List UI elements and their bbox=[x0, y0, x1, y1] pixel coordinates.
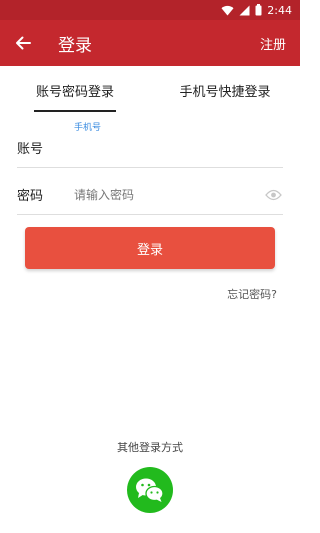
arrow-left-icon bbox=[16, 36, 31, 50]
login-button[interactable]: 登录 bbox=[25, 227, 275, 269]
password-label: 密码 bbox=[17, 189, 44, 204]
tab-account-password[interactable]: 账号密码登录 bbox=[0, 66, 150, 114]
account-input[interactable] bbox=[74, 140, 283, 155]
eye-icon[interactable] bbox=[263, 185, 283, 205]
password-row: 密码 bbox=[17, 175, 283, 215]
wifi-icon bbox=[221, 5, 234, 16]
page-title: 登录 bbox=[58, 35, 92, 56]
app-bar: 登录 注册 bbox=[0, 20, 300, 66]
other-login-label: 其他登录方式 bbox=[117, 441, 183, 454]
password-input[interactable] bbox=[74, 187, 263, 202]
status-time: 2:44 bbox=[267, 3, 292, 17]
battery-icon bbox=[255, 4, 262, 16]
wechat-icon bbox=[136, 478, 164, 502]
back-button[interactable] bbox=[0, 20, 46, 66]
account-row: 账号 bbox=[17, 128, 283, 168]
status-bar: 2:44 bbox=[0, 0, 300, 20]
login-tabs: 账号密码登录 手机号快捷登录 bbox=[0, 66, 300, 114]
tab-phone-quick[interactable]: 手机号快捷登录 bbox=[150, 66, 300, 114]
wechat-login-button[interactable] bbox=[127, 467, 173, 513]
signal-icon bbox=[239, 5, 250, 16]
forgot-password-link[interactable]: 忘记密码? bbox=[227, 286, 277, 302]
register-button[interactable]: 注册 bbox=[260, 34, 300, 53]
account-label: 账号 bbox=[17, 142, 44, 157]
